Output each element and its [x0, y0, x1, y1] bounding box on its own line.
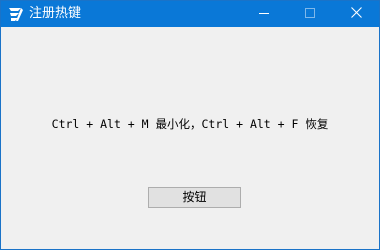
minimize-button[interactable]	[241, 1, 287, 27]
minimize-icon	[259, 5, 269, 23]
title-bar[interactable]: 注册热键	[1, 1, 379, 27]
close-button[interactable]	[333, 1, 379, 27]
action-button[interactable]: 按钮	[148, 187, 241, 208]
close-icon	[350, 5, 362, 23]
hotkey-hint-label: Ctrl + Alt + M 最小化，Ctrl + Alt + F 恢复	[51, 117, 329, 131]
maximize-button[interactable]	[287, 1, 333, 27]
maximize-icon	[305, 5, 315, 23]
app-window: 注册热键 Ctrl + Alt + M 最小化，Ctrl + Alt + F 恢…	[0, 0, 380, 250]
window-title: 注册热键	[29, 6, 82, 21]
app-logo-icon	[7, 5, 25, 23]
client-area: Ctrl + Alt + M 最小化，Ctrl + Alt + F 恢复 按钮	[1, 27, 379, 249]
